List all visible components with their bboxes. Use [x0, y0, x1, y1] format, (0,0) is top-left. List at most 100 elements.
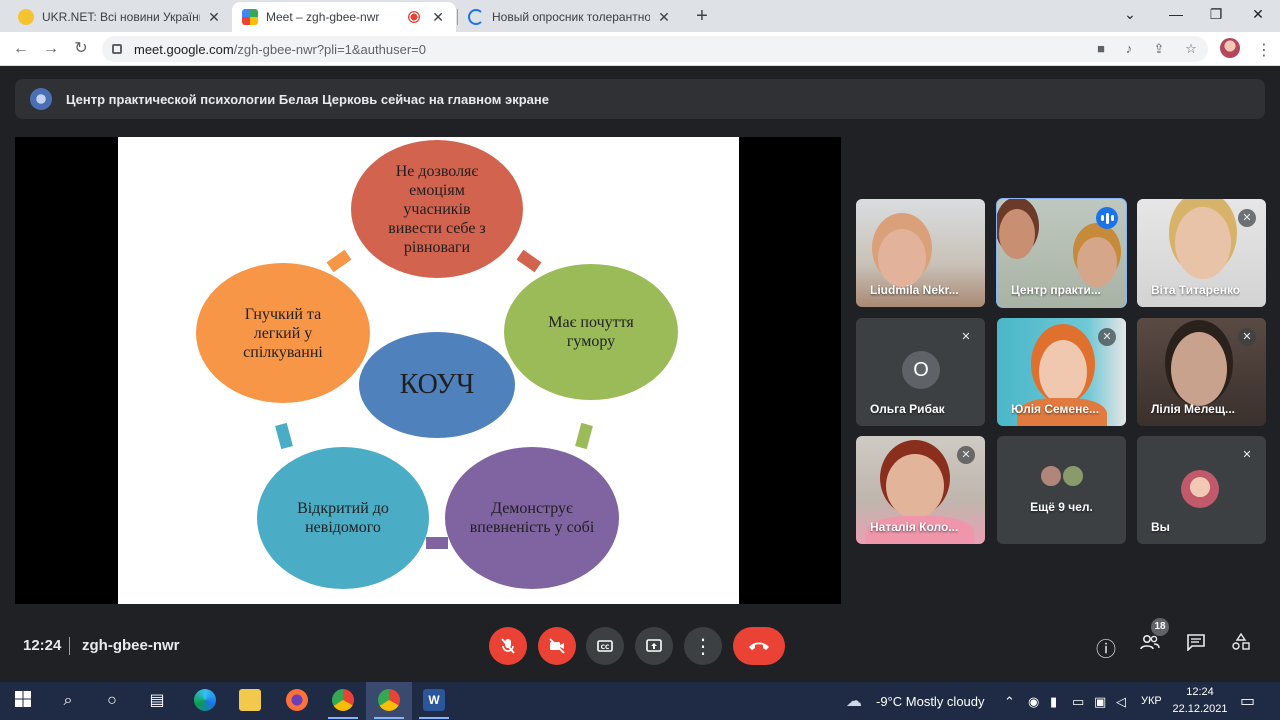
meet-controls-bar: 12:24 zgh-gbee-nwr CC ⋮ ⓘ 18	[0, 615, 1280, 675]
slide-circle-top: Не дозволяє емоціям учасників вивести се…	[351, 140, 523, 278]
language-indicator[interactable]: УКР	[1141, 695, 1162, 707]
avatar: О	[902, 351, 940, 389]
muted-mic-icon: ✕	[1238, 209, 1256, 227]
browser-menu-icon[interactable]: ⋮	[1256, 40, 1272, 60]
muted-mic-icon: ✕	[1238, 328, 1256, 346]
search-icon[interactable]: ⌕	[57, 690, 79, 712]
captions-icon: CC	[597, 640, 613, 652]
participant-tile-speaking[interactable]: Центр практи...	[996, 198, 1127, 308]
present-now-button[interactable]	[635, 627, 673, 665]
notifications-icon[interactable]: ▭	[1240, 691, 1255, 711]
leave-call-button[interactable]	[733, 627, 785, 665]
browser-toolbar: ← → ↻ meet.google.com/zgh-gbee-nwr?pli=1…	[0, 32, 1280, 66]
cortana-icon[interactable]: ○	[101, 690, 123, 712]
slide-circle-bottom-left: Відкритий до невідомого	[257, 447, 429, 589]
more-vertical-icon: ⋮	[693, 635, 713, 658]
address-bar[interactable]: meet.google.com/zgh-gbee-nwr?pli=1&authu…	[102, 36, 1208, 62]
browser-tab-ukrnet[interactable]: UKR.NET: Всі новини України, ос ✕	[8, 2, 232, 32]
weather-cloud-icon[interactable]: ☁	[846, 691, 862, 711]
restore-button[interactable]: ❐	[1204, 4, 1228, 24]
back-arrow-icon[interactable]: ←	[10, 38, 32, 60]
minimize-button[interactable]: —	[1164, 4, 1188, 24]
lock-icon	[112, 44, 122, 54]
meet-call-area: Центр практической психологии Белая Церк…	[0, 67, 1280, 682]
recording-icon	[408, 11, 421, 23]
windows-taskbar: ⌕ ○ ▤ W ☁ -9°C Mostly cloudy ⌃ ◉ ▮ ▭ ▣ ◁…	[0, 682, 1280, 720]
muted-mic-icon: ✕	[1238, 446, 1256, 464]
presentation-slide: Не дозволяє емоціям учасників вивести се…	[118, 137, 739, 604]
close-tab-icon[interactable]: ✕	[430, 9, 446, 26]
browser-tab-survey[interactable]: Новый опросник толерантност ✕	[458, 2, 682, 32]
close-window-button[interactable]: ✕	[1246, 4, 1270, 24]
muted-mic-icon: ✕	[1098, 328, 1116, 346]
more-options-button[interactable]: ⋮	[684, 627, 722, 665]
chrome-profile-icon[interactable]	[378, 689, 400, 711]
self-tile[interactable]: ✕ Вы	[1137, 436, 1266, 544]
weather-text[interactable]: -9°C Mostly cloudy	[876, 694, 985, 709]
meeting-code: zgh-gbee-nwr	[82, 637, 180, 654]
avatar	[1181, 470, 1219, 508]
present-icon	[646, 639, 662, 652]
share-icon[interactable]: ⇪	[1150, 41, 1168, 57]
avatar	[1061, 464, 1085, 488]
taskbar-time[interactable]: 12:24	[1170, 686, 1230, 698]
mic-off-icon	[501, 638, 515, 654]
muted-mic-icon: ✕	[957, 446, 975, 464]
muted-mic-icon: ✕	[957, 328, 975, 346]
windows-start-icon[interactable]	[12, 690, 34, 712]
file-explorer-icon[interactable]	[239, 689, 261, 711]
forward-arrow-icon[interactable]: →	[40, 38, 62, 60]
bookmark-star-icon[interactable]: ☆	[1182, 41, 1200, 57]
notifications-blocked-icon[interactable]: ♪	[1120, 41, 1138, 56]
chat-icon[interactable]	[1183, 633, 1209, 657]
camera-icon[interactable]: ■	[1092, 41, 1110, 56]
participant-tile[interactable]: ✕ Юлія Семене...	[997, 318, 1126, 426]
volume-icon[interactable]: ◁	[1116, 694, 1126, 710]
participant-tile[interactable]: ✕ Лілія Мелещ...	[1137, 318, 1266, 426]
edge-icon[interactable]	[194, 689, 216, 711]
activities-icon[interactable]	[1228, 632, 1254, 657]
firefox-icon[interactable]	[286, 689, 308, 711]
shared-screen[interactable]: Не дозволяє емоціям учасників вивести се…	[15, 137, 841, 604]
meet-favicon-icon	[242, 9, 258, 25]
battery-icon[interactable]: ▭	[1072, 694, 1084, 710]
network-icon[interactable]: ▣	[1094, 694, 1106, 710]
tray-chevron-icon[interactable]: ⌃	[1004, 694, 1015, 710]
running-indicator	[374, 717, 404, 719]
meeting-clock: 12:24	[23, 637, 62, 654]
profile-avatar[interactable]	[1220, 38, 1240, 58]
more-participants-tile[interactable]: Ещё 9 чел.	[997, 436, 1126, 544]
chrome-icon[interactable]	[332, 689, 354, 711]
close-tab-icon[interactable]: ✕	[656, 9, 672, 26]
running-indicator	[419, 717, 449, 719]
people-icon[interactable]	[1137, 633, 1163, 657]
participant-tile[interactable]: ✕ Віта Титаренко	[1137, 199, 1266, 307]
camera-off-button[interactable]	[538, 627, 576, 665]
avatar	[1039, 464, 1063, 488]
presentation-banner: Центр практической психологии Белая Церк…	[15, 79, 1265, 119]
loading-spinner-icon	[468, 9, 484, 25]
browser-tab-strip: UKR.NET: Всі новини України, ос ✕ Meet –…	[0, 0, 1280, 32]
taskbar-date[interactable]: 22.12.2021	[1170, 703, 1230, 715]
svg-text:CC: CC	[601, 644, 610, 651]
browser-tab-meet[interactable]: Meet – zgh-gbee-nwr ✕	[232, 2, 456, 32]
reload-icon[interactable]: ↻	[70, 38, 92, 60]
task-view-icon[interactable]: ▤	[146, 690, 168, 712]
presenter-avatar	[30, 88, 52, 110]
running-indicator	[328, 717, 358, 719]
participant-tile[interactable]: Liudmila Nekr...	[856, 199, 985, 307]
participant-tile[interactable]: ✕ О Ольга Рибак	[856, 318, 985, 426]
close-tab-icon[interactable]: ✕	[206, 9, 222, 26]
tab-search-button[interactable]: ⌄	[1118, 4, 1142, 24]
people-count-badge: 18	[1151, 618, 1169, 636]
word-icon[interactable]: W	[423, 689, 445, 711]
meeting-details-info-icon[interactable]: ⓘ	[1093, 633, 1119, 662]
new-tab-button[interactable]: +	[692, 6, 712, 26]
meet-tray-icon[interactable]: ◉	[1028, 694, 1039, 710]
captions-button[interactable]: CC	[586, 627, 624, 665]
microphone-off-button[interactable]	[489, 627, 527, 665]
speaking-indicator-icon	[1096, 207, 1118, 229]
participant-tile[interactable]: ✕ Наталія Коло...	[856, 436, 985, 544]
microphone-tray-icon[interactable]: ▮	[1050, 694, 1057, 710]
slide-circle-right: Має почуття гумору	[504, 264, 678, 400]
